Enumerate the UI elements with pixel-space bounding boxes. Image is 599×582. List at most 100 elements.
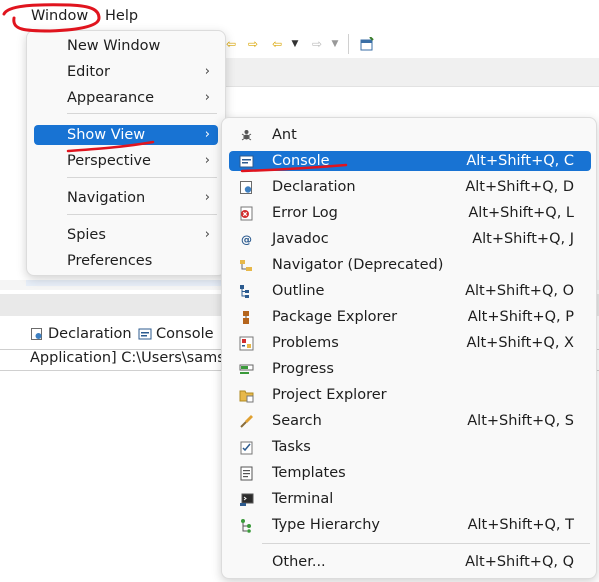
- menu-separator: [67, 113, 217, 114]
- menu-item-label: Tasks: [272, 439, 311, 455]
- menu-item-label: Spies: [67, 227, 106, 243]
- menu-item-project-explorer[interactable]: Project Explorer: [229, 385, 591, 405]
- menu-item-label: Navigator (Deprecated): [272, 257, 444, 273]
- project-explorer-icon: [239, 388, 254, 403]
- menu-item-perspective[interactable]: Perspective ›: [34, 151, 218, 171]
- pin-editor-icon[interactable]: [360, 36, 374, 51]
- menu-item-progress[interactable]: Progress: [229, 359, 591, 379]
- menu-item-shortcut: Alt+Shift+Q, J: [472, 231, 574, 247]
- forward-icon[interactable]: ⇨: [310, 37, 324, 51]
- menu-item-templates[interactable]: Templates: [229, 463, 591, 483]
- selection-strip: [26, 280, 226, 286]
- navigator-icon: [239, 258, 254, 273]
- tab-console[interactable]: Console: [138, 326, 214, 342]
- tasks-icon: [239, 440, 254, 455]
- menu-item-label: Terminal: [272, 491, 334, 507]
- menu-item-label: Progress: [272, 361, 334, 377]
- chevron-right-icon: ›: [204, 127, 210, 142]
- menu-item-label: Appearance: [67, 90, 155, 106]
- menu-item-search[interactable]: Search Alt+Shift+Q, S: [229, 411, 591, 431]
- menu-item-label: Console: [272, 153, 330, 169]
- previous-annotation-icon[interactable]: ⇦: [224, 37, 238, 51]
- templates-icon: [239, 466, 254, 481]
- menu-item-label: Editor: [67, 64, 110, 80]
- toolbar-separator: [348, 34, 349, 54]
- menu-item-other[interactable]: Other... Alt+Shift+Q, Q: [229, 552, 591, 572]
- menu-item-shortcut: Alt+Shift+Q, X: [466, 335, 574, 351]
- console-output-line: Application] C:\Users\sams: [30, 350, 225, 366]
- menu-item-label: Problems: [272, 335, 339, 351]
- menu-item-label: Error Log: [272, 205, 338, 221]
- progress-icon: [239, 362, 254, 377]
- menu-item-package-explorer[interactable]: Package Explorer Alt+Shift+Q, P: [229, 307, 591, 327]
- menu-item-navigator[interactable]: Navigator (Deprecated): [229, 255, 591, 275]
- forward-dropdown-icon[interactable]: ▼: [328, 37, 342, 51]
- menu-item-appearance[interactable]: Appearance ›: [34, 88, 218, 108]
- menu-window[interactable]: Window: [31, 8, 88, 24]
- terminal-icon: [239, 492, 254, 507]
- tab-declaration[interactable]: Declaration: [30, 326, 132, 342]
- chevron-right-icon: ›: [204, 227, 210, 242]
- show-view-submenu: Ant Console Alt+Shift+Q, C Declaration A…: [221, 117, 597, 579]
- menu-item-shortcut: Alt+Shift+Q, Q: [465, 554, 574, 570]
- window-menu: New Window Editor › Appearance › Show Vi…: [26, 30, 226, 276]
- menu-item-label: Javadoc: [272, 231, 329, 247]
- menu-item-shortcut: Alt+Shift+Q, C: [466, 153, 574, 169]
- menu-item-javadoc[interactable]: @ Javadoc Alt+Shift+Q, J: [229, 229, 591, 249]
- tab-console-label: Console: [156, 326, 214, 342]
- menu-item-shortcut: Alt+Shift+Q, T: [467, 517, 574, 533]
- menu-item-label: Declaration: [272, 179, 356, 195]
- menu-item-show-view[interactable]: Show View ›: [34, 125, 218, 145]
- problems-icon: [239, 336, 254, 351]
- tab-declaration-label: Declaration: [48, 326, 132, 342]
- menu-item-terminal[interactable]: Terminal: [229, 489, 591, 509]
- next-annotation-icon[interactable]: ⇨: [246, 37, 260, 51]
- menu-item-label: Project Explorer: [272, 387, 387, 403]
- console-icon: [239, 154, 254, 169]
- chevron-right-icon: ›: [204, 190, 210, 205]
- menu-item-editor[interactable]: Editor ›: [34, 62, 218, 82]
- back-dropdown-icon[interactable]: ▼: [288, 37, 302, 51]
- menu-item-label: Package Explorer: [272, 309, 398, 325]
- menu-item-shortcut: Alt+Shift+Q, S: [467, 413, 574, 429]
- menu-item-spies[interactable]: Spies ›: [34, 225, 218, 245]
- menu-item-label: Outline: [272, 283, 325, 299]
- menu-item-label: Search: [272, 413, 322, 429]
- error-log-icon: [239, 206, 254, 221]
- menu-item-declaration[interactable]: Declaration Alt+Shift+Q, D: [229, 177, 591, 197]
- menu-bar: Window Help: [0, 0, 599, 34]
- back-icon[interactable]: ⇦: [270, 37, 284, 51]
- console-icon: [138, 328, 152, 340]
- menu-item-label: Ant: [272, 127, 297, 143]
- menu-item-label: Other...: [272, 554, 326, 570]
- menu-item-tasks[interactable]: Tasks: [229, 437, 591, 457]
- menu-item-outline[interactable]: Outline Alt+Shift+Q, O: [229, 281, 591, 301]
- search-icon: [239, 414, 254, 429]
- declaration-icon: [31, 328, 42, 340]
- declaration-icon: [239, 180, 254, 195]
- menu-item-shortcut: Alt+Shift+Q, P: [467, 309, 574, 325]
- outline-icon: [239, 284, 254, 299]
- menu-item-type-hierarchy[interactable]: Type Hierarchy Alt+Shift+Q, T: [229, 515, 591, 535]
- menu-item-shortcut: Alt+Shift+Q, O: [465, 283, 574, 299]
- main-toolbar: ⇦ ⇨ ⇦ ▼ ⇨ ▼: [222, 30, 599, 58]
- menu-item-label: Templates: [272, 465, 346, 481]
- chevron-right-icon: ›: [204, 90, 210, 105]
- menu-item-ant[interactable]: Ant: [229, 125, 591, 145]
- menu-item-console[interactable]: Console Alt+Shift+Q, C: [229, 151, 591, 171]
- menu-separator: [67, 177, 217, 178]
- menu-item-problems[interactable]: Problems Alt+Shift+Q, X: [229, 333, 591, 353]
- menu-separator: [67, 214, 217, 215]
- menu-item-label: New Window: [67, 38, 161, 54]
- menu-help[interactable]: Help: [105, 8, 138, 24]
- menu-item-label: Navigation: [67, 190, 146, 206]
- menu-item-preferences[interactable]: Preferences: [34, 251, 218, 271]
- chevron-right-icon: ›: [204, 64, 210, 79]
- menu-item-error-log[interactable]: Error Log Alt+Shift+Q, L: [229, 203, 591, 223]
- menu-item-new-window[interactable]: New Window: [34, 36, 218, 56]
- menu-separator: [262, 543, 590, 544]
- type-hierarchy-icon: [239, 518, 254, 533]
- menu-item-navigation[interactable]: Navigation ›: [34, 188, 218, 208]
- menu-item-label: Perspective: [67, 153, 151, 169]
- menu-item-label: Preferences: [67, 253, 153, 269]
